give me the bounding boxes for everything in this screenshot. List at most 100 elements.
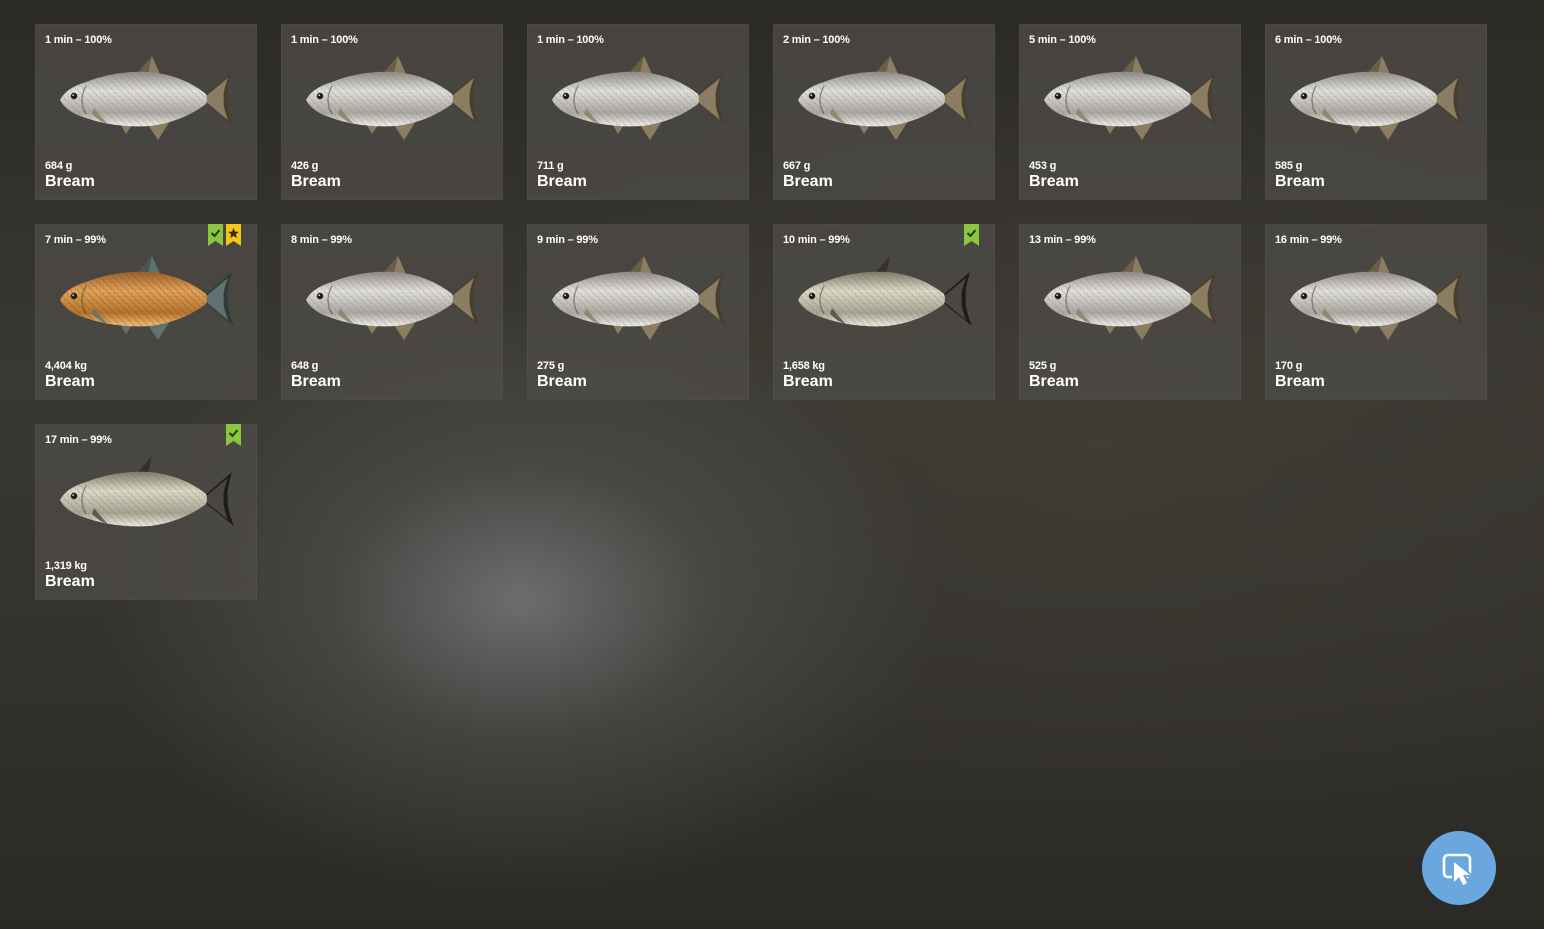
catch-card[interactable]: 16 min – 99% 170 g Bream bbox=[1265, 224, 1487, 400]
catch-weight: 648 g bbox=[291, 360, 319, 372]
fish-species-name: Bream bbox=[45, 373, 95, 390]
catch-time-quality: 13 min – 99% bbox=[1029, 234, 1096, 246]
catch-weight: 667 g bbox=[783, 160, 811, 172]
catch-time-quality: 9 min – 99% bbox=[537, 234, 598, 246]
catch-quality: 100% bbox=[576, 34, 604, 46]
catch-weight: 1,319 kg bbox=[45, 560, 87, 572]
catch-time: 6 min bbox=[1275, 34, 1303, 46]
catch-time-quality: 1 min – 100% bbox=[45, 34, 112, 46]
cursor-select-icon bbox=[1442, 853, 1472, 887]
fish-species-name: Bream bbox=[291, 373, 341, 390]
bookmark-check-icon bbox=[208, 224, 223, 246]
catch-time: 1 min bbox=[537, 34, 565, 46]
catch-time: 9 min bbox=[537, 234, 565, 246]
catch-time: 5 min bbox=[1029, 34, 1057, 46]
catch-card[interactable]: 5 min – 100% 453 g Bream bbox=[1019, 24, 1241, 200]
catch-weight: 453 g bbox=[1029, 160, 1057, 172]
catch-weight: 525 g bbox=[1029, 360, 1057, 372]
catch-card[interactable]: 2 min – 100% 667 g Bream bbox=[773, 24, 995, 200]
fish-species-name: Bream bbox=[1275, 173, 1325, 190]
bream-fish-icon bbox=[1044, 56, 1218, 140]
catch-quality: 99% bbox=[576, 234, 598, 246]
catch-time-quality: 10 min – 99% bbox=[783, 234, 850, 246]
separator: – bbox=[72, 234, 85, 246]
catch-time-quality: 8 min – 99% bbox=[291, 234, 352, 246]
fish-species-name: Bream bbox=[1275, 373, 1325, 390]
catch-time: 2 min bbox=[783, 34, 811, 46]
separator: – bbox=[1056, 34, 1069, 46]
bream-fish-icon bbox=[1290, 56, 1464, 140]
fish-species-name: Bream bbox=[1029, 173, 1079, 190]
catch-card[interactable]: 1 min – 100% 684 g Bream bbox=[35, 24, 257, 200]
catch-time-quality: 5 min – 100% bbox=[1029, 34, 1096, 46]
catch-quality: 99% bbox=[330, 234, 352, 246]
catch-card[interactable]: 17 min – 99% 1,319 kg Bream bbox=[35, 424, 257, 600]
catch-time-quality: 6 min – 100% bbox=[1275, 34, 1342, 46]
catch-time-quality: 17 min – 99% bbox=[45, 434, 112, 446]
catch-card[interactable]: 7 min – 99% 4,404 kg Bream bbox=[35, 224, 257, 400]
catch-time: 13 min bbox=[1029, 234, 1063, 246]
catch-time-quality: 2 min – 100% bbox=[783, 34, 850, 46]
catch-time: 1 min bbox=[291, 34, 319, 46]
catch-quality: 100% bbox=[84, 34, 112, 46]
catch-quality: 100% bbox=[1314, 34, 1342, 46]
catch-quality: 99% bbox=[1320, 234, 1342, 246]
bream-fish-icon bbox=[1044, 256, 1218, 340]
bream-fish-icon bbox=[306, 56, 480, 140]
catch-time-quality: 7 min – 99% bbox=[45, 234, 106, 246]
catch-badges bbox=[208, 224, 241, 246]
bream-fish-icon bbox=[798, 256, 972, 340]
bream-fish-icon bbox=[306, 256, 480, 340]
separator: – bbox=[318, 34, 331, 46]
catch-quality: 99% bbox=[1074, 234, 1096, 246]
catch-quality: 100% bbox=[330, 34, 358, 46]
cursor-mode-button[interactable] bbox=[1422, 831, 1496, 905]
bream-fish-icon bbox=[798, 56, 972, 140]
fish-species-name: Bream bbox=[537, 373, 587, 390]
separator: – bbox=[810, 34, 823, 46]
catch-card[interactable]: 10 min – 99% 1,658 kg Bream bbox=[773, 224, 995, 400]
fish-species-name: Bream bbox=[291, 173, 341, 190]
fish-species-name: Bream bbox=[783, 173, 833, 190]
bream-fish-icon bbox=[60, 56, 234, 140]
catch-quality: 99% bbox=[828, 234, 850, 246]
catch-card[interactable]: 8 min – 99% 648 g Bream bbox=[281, 224, 503, 400]
catch-weight: 585 g bbox=[1275, 160, 1303, 172]
separator: – bbox=[318, 234, 331, 246]
bookmark-check-icon bbox=[964, 224, 979, 246]
fish-species-name: Bream bbox=[45, 173, 95, 190]
fish-species-name: Bream bbox=[45, 573, 95, 590]
catch-weight: 684 g bbox=[45, 160, 73, 172]
catch-time: 16 min bbox=[1275, 234, 1309, 246]
bookmark-star-icon bbox=[226, 224, 241, 246]
catch-quality: 100% bbox=[822, 34, 850, 46]
catch-badges bbox=[964, 224, 979, 246]
bream-fish-icon bbox=[60, 256, 234, 340]
separator: – bbox=[1062, 234, 1075, 246]
catch-weight: 711 g bbox=[537, 160, 564, 172]
catch-quality: 99% bbox=[84, 234, 106, 246]
separator: – bbox=[1308, 234, 1321, 246]
catch-card[interactable]: 6 min – 100% 585 g Bream bbox=[1265, 24, 1487, 200]
catch-time-quality: 1 min – 100% bbox=[291, 34, 358, 46]
catch-card[interactable]: 13 min – 99% 525 g Bream bbox=[1019, 224, 1241, 400]
fish-species-name: Bream bbox=[783, 373, 833, 390]
catch-quality: 100% bbox=[1068, 34, 1096, 46]
fish-species-name: Bream bbox=[537, 173, 587, 190]
catch-card[interactable]: 1 min – 100% 426 g Bream bbox=[281, 24, 503, 200]
separator: – bbox=[816, 234, 829, 246]
separator: – bbox=[1302, 34, 1315, 46]
catch-weight: 426 g bbox=[291, 160, 319, 172]
catch-time-quality: 1 min – 100% bbox=[537, 34, 604, 46]
catch-time: 10 min bbox=[783, 234, 817, 246]
catch-badges bbox=[226, 424, 241, 446]
fish-species-name: Bream bbox=[1029, 373, 1079, 390]
separator: – bbox=[564, 34, 577, 46]
bookmark-check-icon bbox=[226, 424, 241, 446]
catch-card[interactable]: 9 min – 99% 275 g Bream bbox=[527, 224, 749, 400]
catch-card[interactable]: 1 min – 100% 711 g Bream bbox=[527, 24, 749, 200]
bream-fish-icon bbox=[1290, 256, 1464, 340]
catch-time: 8 min bbox=[291, 234, 319, 246]
catch-time: 7 min bbox=[45, 234, 73, 246]
catch-quality: 99% bbox=[90, 434, 112, 446]
